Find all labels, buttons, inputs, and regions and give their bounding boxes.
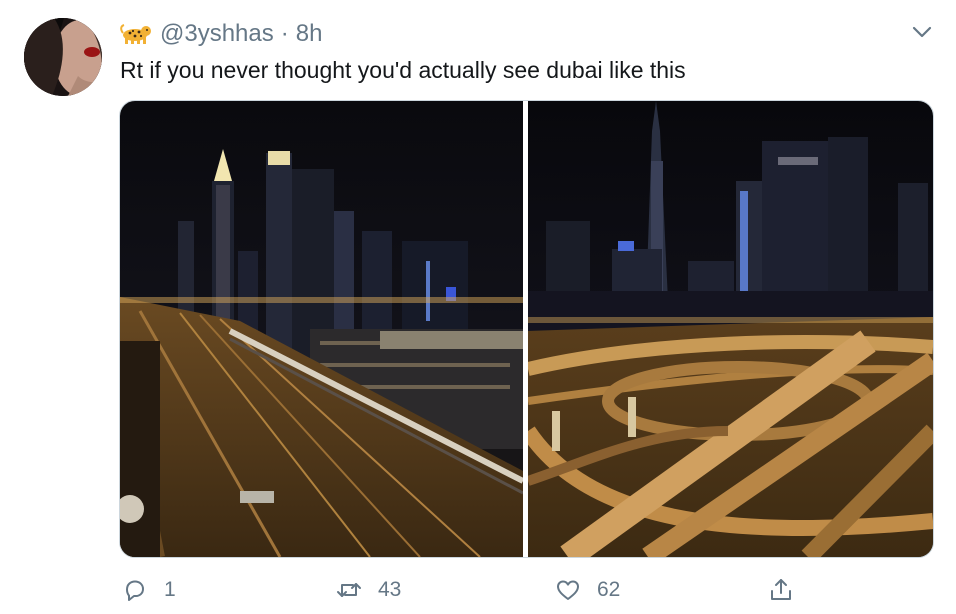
like-button[interactable]: 62: [553, 574, 620, 606]
timestamp[interactable]: 8h: [296, 20, 323, 48]
share-button[interactable]: [766, 574, 796, 606]
reply-count: 1: [164, 578, 176, 601]
reply-icon: [120, 575, 150, 605]
user-handle[interactable]: @3yshhas: [160, 20, 274, 48]
retweet-button[interactable]: 43: [334, 574, 401, 606]
media-grid: [119, 100, 934, 558]
tweet[interactable]: @3yshhas · 8h Rt if you never thought yo…: [0, 0, 956, 614]
tweet-actions: 1 43 62: [120, 570, 934, 610]
avatar[interactable]: [24, 18, 102, 96]
tweet-header: @3yshhas · 8h: [120, 20, 322, 48]
heart-icon: [553, 575, 583, 605]
chevron-down-icon[interactable]: [910, 22, 934, 42]
leopard-emoji-icon: [120, 23, 152, 45]
like-count: 62: [597, 578, 621, 601]
photo-highway[interactable]: [120, 101, 523, 557]
share-icon: [766, 575, 796, 605]
separator: ·: [280, 20, 289, 47]
reply-button[interactable]: 1: [120, 574, 176, 606]
photo-interchange[interactable]: [528, 101, 933, 557]
retweet-count: 43: [378, 578, 402, 601]
retweet-icon: [334, 575, 364, 605]
tweet-text: Rt if you never thought you'd actually s…: [120, 57, 686, 83]
avatar-image: [24, 18, 102, 96]
